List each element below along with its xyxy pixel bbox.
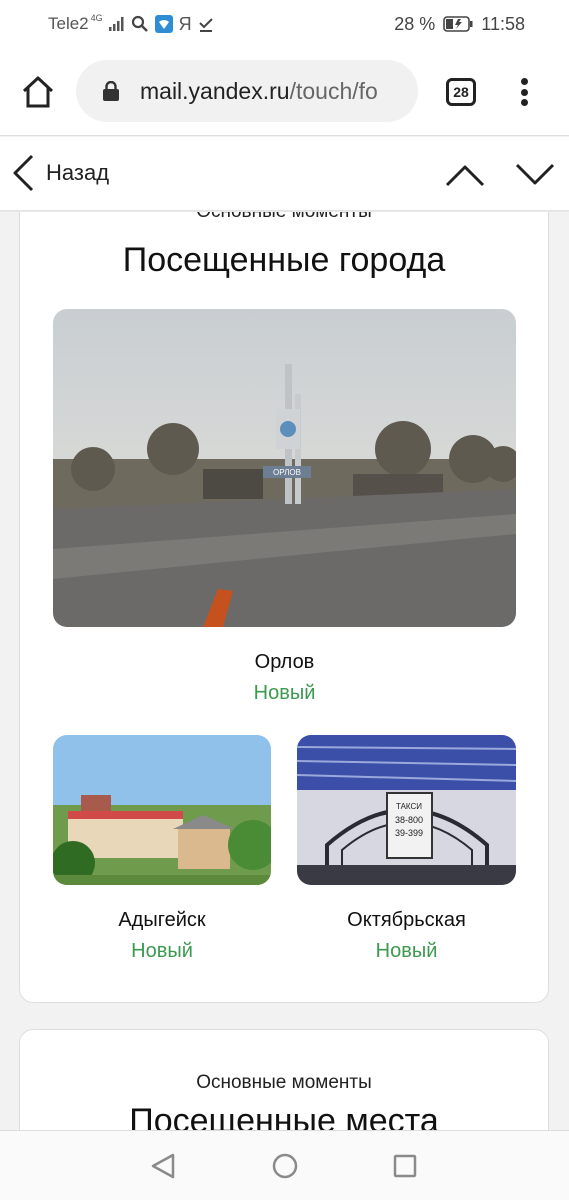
dot-icon — [520, 78, 528, 85]
battery-percent: 28 % — [394, 13, 436, 34]
back-triangle-icon[interactable] — [148, 1151, 178, 1181]
city-name-oktyabrskaya: Октябрьская — [347, 909, 466, 931]
url-host: mail.yandex.ru — [140, 77, 290, 104]
status-right: 28 % 11:58 — [394, 14, 525, 35]
back-label: Назад — [46, 160, 110, 185]
search-icon — [131, 15, 148, 32]
dot-icon — [520, 88, 528, 96]
card-title: Посещенные города — [122, 241, 446, 279]
city-photo-image: ОРЛОВ — [53, 309, 516, 627]
card-kicker: Основные моменты — [20, 212, 548, 223]
visited-cities-card: Основные моменты Посещенные города — [19, 212, 549, 1003]
city-badge-orlov: Новый — [253, 682, 316, 704]
carrier-label: Tele2 — [48, 14, 89, 33]
mail-app-icon — [154, 15, 173, 33]
dot-icon — [520, 99, 528, 106]
signal-icon — [108, 17, 124, 31]
home-icon[interactable] — [20, 74, 56, 110]
status-left: Tele2 4G Я — [48, 13, 214, 35]
city-photo-image — [53, 735, 271, 885]
city-badge-adygeysk: Новый — [131, 940, 193, 962]
city-photo-image: ТАКСИ 38-800 39-399 — [297, 735, 516, 885]
orlov-stele-sign: ОРЛОВ — [273, 468, 301, 477]
battery-icon — [443, 16, 473, 32]
card-kicker: Основные моменты — [196, 1072, 372, 1093]
message-navbar: Назад — [0, 137, 569, 211]
more-options-button[interactable] — [512, 74, 536, 110]
visited-places-card: Основные моменты Посещенные места — [19, 1029, 549, 1130]
city-name-orlov: Орлов — [254, 651, 315, 673]
chevron-left-icon — [13, 154, 34, 192]
taxi-sign-line-1: ТАКСИ — [396, 802, 422, 811]
next-message-button[interactable] — [514, 157, 556, 191]
message-content[interactable]: Основные моменты Посещенные города — [0, 212, 569, 1130]
back-button[interactable]: Назад — [10, 153, 109, 193]
yandex-glyph: Я — [178, 13, 192, 34]
recents-square-icon[interactable] — [390, 1151, 420, 1181]
address-bar[interactable]: mail.yandex.ru/touch/fo — [76, 60, 418, 122]
system-navigation-bar — [0, 1130, 569, 1200]
city-photo-adygeysk[interactable] — [53, 735, 271, 885]
home-circle-icon[interactable] — [270, 1151, 300, 1181]
network-label: 4G — [90, 13, 103, 23]
browser-toolbar: mail.yandex.ru/touch/fo 28 — [0, 48, 569, 136]
download-done-icon — [198, 18, 213, 32]
taxi-sign-line-3: 39-399 — [395, 828, 423, 838]
previous-message-button[interactable] — [444, 157, 486, 191]
city-badge-oktyabrskaya: Новый — [375, 940, 438, 962]
clock: 11:58 — [481, 13, 525, 34]
city-photo-oktyabrskaya[interactable]: ТАКСИ 38-800 39-399 — [297, 735, 516, 885]
city-name-adygeysk: Адыгейск — [118, 909, 206, 931]
url-path: /touch/fo — [289, 77, 378, 104]
lock-icon — [103, 81, 119, 101]
status-bar: Tele2 4G Я 28 % 11:58 — [0, 0, 569, 48]
city-photo-orlov[interactable]: ОРЛОВ — [53, 309, 516, 627]
tab-switcher-button[interactable]: 28 — [446, 78, 476, 106]
card-title: Посещенные места — [129, 1102, 439, 1130]
taxi-sign-line-2: 38-800 — [395, 815, 423, 825]
url-text: mail.yandex.ru/touch/fo — [140, 78, 378, 105]
